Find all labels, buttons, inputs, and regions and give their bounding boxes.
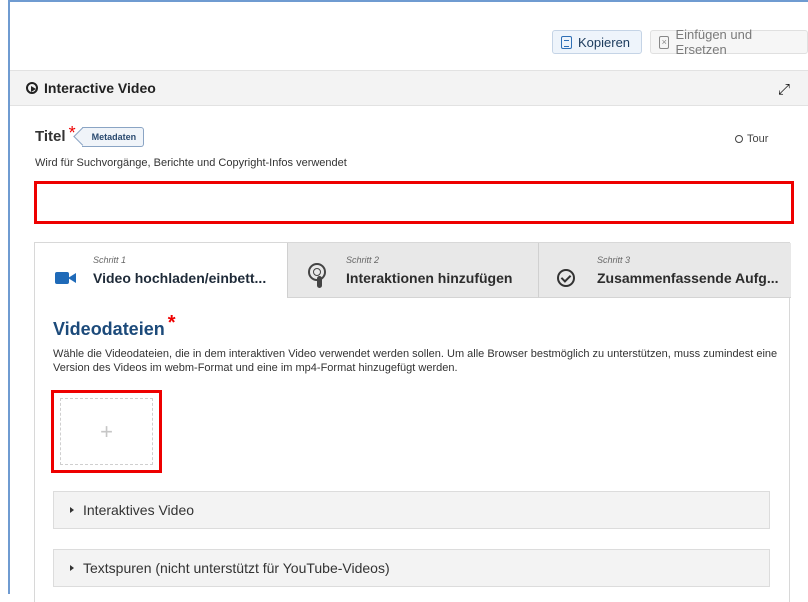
accordion-label: Interaktives Video <box>83 502 195 518</box>
tour-link[interactable]: Tour <box>735 133 768 145</box>
accordion-interactive-video[interactable]: Interaktives Video <box>53 491 770 529</box>
paste-replace-button[interactable]: × Einfügen und Ersetzen <box>650 27 808 57</box>
accordion-label: Textspuren (nicht unterstützt für YouTub… <box>83 560 390 576</box>
tour-label: Tour <box>747 133 769 145</box>
fullscreen-expand-icon[interactable]: ⤢ <box>778 81 790 98</box>
play-circle-icon <box>26 82 38 94</box>
add-video-file-button[interactable]: + <box>60 398 153 465</box>
touch-icon <box>308 263 326 288</box>
video-files-title: Videodateien <box>53 319 165 339</box>
step-number: Schritt 3 <box>597 255 631 265</box>
editor-header: Interactive Video ⤢ <box>10 70 808 106</box>
title-description: Wird für Suchvorgänge, Berichte und Copy… <box>35 157 347 169</box>
step-number: Schritt 1 <box>93 255 127 265</box>
title-field-label-row: Titel * Metadaten <box>35 123 145 147</box>
paste-icon: × <box>659 35 670 49</box>
step-label: Video hochladen/einbett... <box>93 270 267 286</box>
step-number: Schritt 2 <box>346 255 380 265</box>
step-label: Interaktionen hinzufügen <box>346 270 513 286</box>
copy-button-label: Kopieren <box>578 34 631 50</box>
caret-right-icon <box>70 565 74 571</box>
step-tab-upload-video[interactable]: Schritt 1 Video hochladen/einbett... <box>35 243 287 298</box>
metadata-button[interactable]: Metadaten <box>81 126 145 147</box>
required-star: * <box>167 312 176 334</box>
video-files-heading: Videodateien * <box>53 312 176 341</box>
video-files-description: Wähle die Videodateien, die in dem inter… <box>53 348 778 374</box>
video-camera-icon <box>55 272 76 284</box>
upload-highlight: + <box>51 390 162 473</box>
frame-border-top <box>8 0 808 2</box>
accordion-text-tracks[interactable]: Textspuren (nicht unterstützt für YouTub… <box>53 549 770 587</box>
step-tab-summary-task[interactable]: Schritt 3 Zusammenfassende Aufg... <box>538 243 791 298</box>
step-tab-add-interactions[interactable]: Schritt 2 Interaktionen hinzufügen <box>287 243 538 298</box>
check-circle-icon <box>557 269 575 287</box>
title-input[interactable] <box>37 184 791 221</box>
metadata-label: Metadaten <box>91 131 137 142</box>
title-label: Titel <box>35 128 66 145</box>
editor-title: Interactive Video <box>44 80 156 96</box>
plus-icon: + <box>100 418 113 444</box>
step-label: Zusammenfassende Aufg... <box>597 270 779 286</box>
paste-button-label: Einfügen und Ersetzen <box>675 27 753 57</box>
caret-right-icon <box>70 507 74 513</box>
title-input-highlight <box>34 181 794 224</box>
copy-icon <box>561 35 572 49</box>
copy-button[interactable]: Kopieren <box>552 30 642 54</box>
tour-icon <box>735 135 743 143</box>
